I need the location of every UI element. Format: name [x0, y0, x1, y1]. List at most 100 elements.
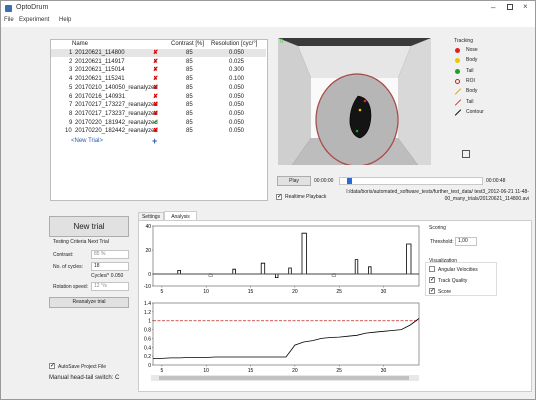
trial-resolution: 0.050 [229, 93, 245, 100]
reanalyze-button[interactable]: Reanalyze trial [49, 297, 129, 308]
contrast-label: Contrast: [53, 252, 74, 258]
video-corner-label: 0 [280, 39, 284, 45]
menu-experiment[interactable]: Experiment [19, 17, 49, 23]
legend-item: Tail [450, 67, 530, 77]
table-row[interactable]: 6 20170216_140931 ✘ 85 0.050 [51, 93, 266, 101]
timeline-slider[interactable] [339, 177, 483, 185]
angular-velocities-checkbox[interactable] [429, 266, 435, 272]
menu-bar: File Experiment Help [1, 16, 535, 27]
legend-item: Nose [450, 46, 530, 56]
trial-resolution: 0.050 [229, 128, 245, 135]
fit-view-icon[interactable] [462, 150, 470, 158]
autosave-checkbox[interactable]: ✓ [49, 363, 55, 369]
trial-contrast: 85 [186, 58, 193, 65]
line-marker-icon [454, 98, 462, 106]
table-row[interactable]: 7 20170217_173227_reanalyzed ✘ 85 0.050 [51, 101, 266, 109]
y-tick-label: 0 [148, 363, 151, 369]
realtime-checkbox[interactable]: ✓ [276, 194, 282, 200]
table-row[interactable]: 9 20170220_181942_reanalyzed ✔ 85 0.050 [51, 119, 266, 127]
x-tick-label: 25 [336, 368, 342, 374]
score-checkbox[interactable]: ✓ [429, 288, 435, 294]
trial-contrast: 85 [186, 110, 193, 117]
fail-x-icon: ✘ [153, 84, 159, 91]
table-row[interactable]: 1 20120621_114800 ✘ 85 0.050 [51, 49, 266, 57]
row-index: 2 [69, 58, 73, 65]
timeline-handle[interactable] [347, 178, 352, 184]
trial-name: 20170216_140931 [75, 93, 126, 100]
x-tick-label: 25 [336, 289, 342, 294]
legend-item: ROI [450, 77, 530, 87]
scrollbar-thumb[interactable] [159, 376, 409, 380]
legend-label: Contour [466, 108, 484, 115]
menu-help[interactable]: Help [59, 17, 71, 23]
trial-name: 20170217_173227_reanalyzed [75, 102, 158, 109]
realtime-label: Realtime Playback [285, 194, 327, 200]
plot-frame [152, 302, 420, 366]
cycles-label: No. of cycles: [53, 264, 84, 270]
x-tick-label: 10 [203, 368, 209, 374]
col-header-contrast[interactable]: Contrast [%] [171, 41, 204, 47]
trial-name: 20170217_173237_reanalyzed [75, 110, 158, 117]
rotation-stepper[interactable]: 12 °/s [91, 282, 129, 291]
trial-name: 20120621_115241 [75, 76, 125, 83]
cycles-stepper[interactable]: 18 [91, 262, 129, 271]
menu-file[interactable]: File [4, 17, 14, 23]
x-tick-label: 10 [203, 289, 209, 294]
maximize-icon[interactable] [507, 4, 513, 10]
track-quality-checkbox[interactable]: ✓ [429, 277, 435, 283]
col-header-resolution[interactable]: Resolution [cyc/°] [211, 41, 257, 47]
x-tick-label: 15 [248, 289, 254, 294]
cycles-deg-value: Cycles/° 0.050 [91, 273, 124, 279]
x-tick-label: 30 [381, 289, 387, 294]
trial-contrast: 85 [186, 119, 193, 126]
x-tick-label: 5 [160, 289, 163, 294]
table-row[interactable]: 2 20120621_114917 ✘ 85 0.025 [51, 58, 266, 66]
window-title: OptoDrum [16, 4, 49, 11]
table-row[interactable]: 5 20170210_140050_reanalyzed ✘ 85 0.050 [51, 84, 266, 92]
threshold-stepper[interactable]: 1,00 [455, 237, 477, 246]
x-tick-label: 15 [248, 368, 254, 374]
video-view[interactable]: 0 [278, 38, 431, 165]
row-index: 7 [69, 102, 73, 109]
legend-item: Body [450, 56, 530, 66]
legend-item: Contour [450, 108, 530, 118]
fail-x-icon: ✘ [153, 102, 159, 109]
pass-check-icon: ✔ [153, 119, 159, 126]
table-row[interactable]: 8 20170217_173237_reanalyzed ✘ 85 0.050 [51, 110, 266, 118]
trial-name: 20170220_181942_reanalyzed [75, 119, 158, 126]
chart-scrollbar[interactable] [151, 375, 419, 381]
trial-resolution: 0.050 [229, 84, 245, 91]
legend-item: Tail [450, 98, 530, 108]
y-tick-label: 0.6 [144, 336, 151, 342]
row-index: 4 [69, 76, 73, 83]
legend-item: Body [450, 87, 530, 97]
plot-frame [152, 225, 420, 287]
minimize-icon[interactable]: – [491, 3, 495, 12]
trial-name: 20120621_114917 [75, 58, 125, 65]
play-button[interactable]: Play [277, 176, 311, 186]
table-row[interactable]: 4 20120621_115241 ✘ 85 0.100 [51, 75, 266, 83]
title-bar: OptoDrum – × [1, 1, 535, 16]
add-trial-icon[interactable]: + [152, 136, 157, 146]
row-index: 6 [69, 93, 73, 100]
new-trial-link[interactable]: <New Trial> [71, 138, 103, 144]
trial-resolution: 0.050 [229, 110, 245, 117]
trial-resolution: 0.025 [229, 58, 245, 65]
criteria-title: Testing Criteria Next Trial [53, 239, 109, 245]
y-tick-label: 1.4 [144, 301, 151, 307]
table-row[interactable]: 10 20170220_182442_reanalyzed ✘ 85 0.050 [51, 127, 266, 135]
marker-dot-icon [455, 58, 460, 64]
fail-x-icon: ✘ [153, 128, 159, 135]
col-header-name[interactable]: Name [72, 41, 88, 47]
contrast-stepper[interactable]: 85 % [91, 250, 129, 259]
table-row[interactable]: 3 20120621_115014 ✘ 85 0.300 [51, 66, 266, 74]
y-tick-label: -10 [144, 284, 151, 290]
trial-contrast: 85 [186, 50, 193, 56]
head-tail-switch-label: Manual head-tail switch: C [49, 375, 120, 381]
trial-contrast: 85 [186, 93, 193, 100]
fail-x-icon: ✘ [153, 67, 159, 74]
app-window: OptoDrum – × File Experiment Help Name C… [0, 0, 536, 400]
new-trial-button[interactable]: New trial [49, 216, 129, 237]
close-icon[interactable]: × [523, 2, 528, 11]
trial-contrast: 85 [186, 76, 193, 83]
